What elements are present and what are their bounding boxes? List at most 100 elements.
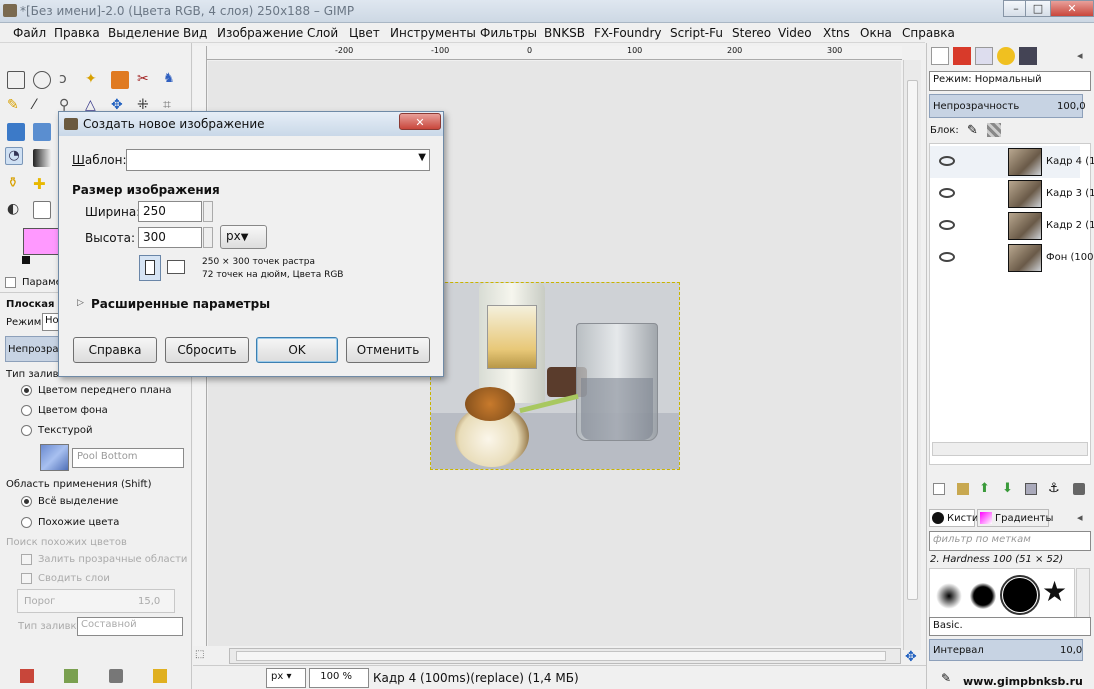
ellipse-select-icon[interactable] bbox=[33, 71, 51, 89]
sample-merged-checkbox[interactable] bbox=[21, 573, 32, 584]
default-colors-icon[interactable] bbox=[22, 256, 30, 264]
foreground-select-icon[interactable]: ♞ bbox=[163, 71, 181, 89]
reset-options-icon[interactable] bbox=[153, 669, 167, 683]
whole-selection-radio[interactable] bbox=[21, 496, 32, 507]
clone-icon[interactable]: ⚱ bbox=[7, 175, 25, 193]
brush-preview-star[interactable]: ★ bbox=[1042, 577, 1067, 607]
reset-button[interactable]: Сбросить bbox=[165, 337, 249, 363]
menu-image[interactable]: Изображение bbox=[217, 26, 303, 40]
new-layer-icon[interactable] bbox=[933, 483, 945, 495]
portrait-button[interactable] bbox=[139, 255, 161, 281]
anchor-layer-icon[interactable]: ⚓ bbox=[1048, 481, 1060, 496]
menu-file[interactable]: Файл bbox=[13, 26, 46, 40]
scale-icon[interactable] bbox=[33, 123, 51, 141]
canvas-horizontal-scrollbar[interactable] bbox=[229, 648, 901, 664]
menu-layer[interactable]: Слой bbox=[307, 26, 338, 40]
menu-stereo[interactable]: Stereo bbox=[732, 26, 771, 40]
menu-windows[interactable]: Окна bbox=[860, 26, 892, 40]
blend-icon[interactable] bbox=[33, 149, 51, 167]
delete-options-icon[interactable] bbox=[109, 669, 123, 683]
lasso-icon[interactable]: ↄ bbox=[59, 71, 77, 89]
rotate-icon[interactable] bbox=[7, 123, 25, 141]
threshold-slider[interactable]: Порог 15,0 bbox=[17, 589, 175, 613]
menu-view[interactable]: Вид bbox=[183, 26, 207, 40]
layer-mode-select[interactable]: Режим: Нормальный bbox=[929, 71, 1091, 91]
mode-select[interactable]: Но bbox=[42, 313, 59, 331]
similar-colors-radio[interactable] bbox=[21, 517, 32, 528]
close-button[interactable]: ✕ bbox=[1050, 0, 1094, 17]
channels-tab-icon[interactable] bbox=[953, 47, 971, 65]
undo-tab-icon[interactable] bbox=[997, 47, 1015, 65]
brush-tag-filter[interactable]: фильтр по меткам bbox=[929, 531, 1091, 551]
lock-pixels-icon[interactable]: ✎ bbox=[967, 123, 978, 138]
brush-preview[interactable] bbox=[936, 583, 962, 609]
dialog-close-button[interactable]: ✕ bbox=[399, 113, 441, 130]
layer-row[interactable]: Кадр 4 (1 bbox=[930, 146, 1094, 178]
configure-brushes-icon[interactable]: ◂ bbox=[1077, 511, 1083, 524]
layer-opacity-slider[interactable]: Непрозрачность 100,0 bbox=[929, 94, 1086, 118]
color-picker-icon[interactable]: ⁄ bbox=[33, 97, 51, 115]
menu-color[interactable]: Цвет bbox=[349, 26, 380, 40]
fuzzy-select-icon[interactable]: ✦ bbox=[85, 71, 103, 89]
scissors-icon[interactable]: ✂ bbox=[137, 71, 155, 89]
images-tab-icon[interactable] bbox=[1019, 47, 1037, 65]
zoom-select[interactable]: 100 % bbox=[309, 668, 369, 688]
raise-layer-icon[interactable]: ⬆ bbox=[979, 481, 990, 496]
landscape-icon[interactable] bbox=[167, 260, 185, 274]
navigate-icon[interactable]: ✥ bbox=[905, 649, 917, 665]
fill-by-select[interactable]: Составной bbox=[77, 617, 183, 636]
brush-preset-select[interactable]: Basic. bbox=[929, 617, 1091, 636]
menu-script-fu[interactable]: Script-Fu bbox=[670, 26, 723, 40]
dodge-burn-icon[interactable]: ◐ bbox=[7, 201, 25, 219]
brush-grid-scrollbar[interactable] bbox=[1076, 568, 1090, 618]
menu-fx-foundry[interactable]: FX-Foundry bbox=[594, 26, 662, 40]
lower-layer-icon[interactable]: ⬇ bbox=[1002, 481, 1013, 496]
menu-filters[interactable]: Фильтры bbox=[480, 26, 537, 40]
menu-video[interactable]: Video bbox=[778, 26, 812, 40]
layers-hscroll[interactable] bbox=[932, 442, 1088, 456]
cancel-button[interactable]: Отменить bbox=[346, 337, 430, 363]
edit-brush-icon[interactable]: ✎ bbox=[941, 671, 951, 685]
select-by-color-icon[interactable] bbox=[111, 71, 129, 89]
configure-dock-icon[interactable]: ◂ bbox=[1077, 49, 1083, 62]
height-spinner[interactable] bbox=[203, 227, 213, 248]
layer-row[interactable]: Кадр 2 (1 bbox=[930, 210, 1094, 242]
visibility-eye-icon[interactable] bbox=[939, 156, 955, 166]
menu-help[interactable]: Справка bbox=[902, 26, 955, 40]
heal-icon[interactable]: ✚ bbox=[33, 175, 51, 193]
foreground-color-swatch[interactable] bbox=[23, 228, 60, 255]
menu-edit[interactable]: Правка bbox=[54, 26, 100, 40]
opacity-slider[interactable]: Непрозра bbox=[5, 336, 59, 362]
canvas-vertical-scrollbar[interactable] bbox=[903, 60, 921, 650]
brush-preview-selected[interactable] bbox=[1000, 575, 1040, 615]
paths-icon[interactable]: ✎ bbox=[7, 97, 25, 115]
visibility-eye-icon[interactable] bbox=[939, 220, 955, 230]
help-button[interactable]: Справка bbox=[73, 337, 157, 363]
height-input[interactable]: 300 bbox=[138, 227, 202, 248]
visibility-eye-icon[interactable] bbox=[939, 252, 955, 262]
unit-dropdown[interactable]: px▼ bbox=[220, 225, 267, 249]
width-input[interactable]: 250 bbox=[138, 201, 202, 222]
tab-brushes[interactable]: Кисти bbox=[929, 509, 978, 527]
bucket-fill-icon[interactable]: ◔ bbox=[5, 147, 23, 165]
vertical-scroll-thumb[interactable] bbox=[907, 80, 918, 600]
lock-alpha-icon[interactable] bbox=[987, 123, 1001, 137]
menu-bnksb[interactable]: BNKSB bbox=[544, 26, 585, 40]
expander-arrow-icon[interactable]: ▷ bbox=[77, 298, 84, 308]
unit-select[interactable]: px ▾ bbox=[266, 668, 306, 688]
horizontal-scroll-thumb[interactable] bbox=[236, 651, 886, 661]
advanced-options-expander[interactable]: Расширенные параметры bbox=[91, 297, 270, 311]
restore-options-icon[interactable] bbox=[64, 669, 78, 683]
duplicate-layer-icon[interactable] bbox=[1025, 483, 1037, 495]
fill-bg-radio[interactable] bbox=[21, 405, 32, 416]
layer-row[interactable]: Фон (100r bbox=[930, 242, 1094, 274]
fill-fg-radio[interactable] bbox=[21, 385, 32, 396]
maximize-button[interactable]: □ bbox=[1025, 0, 1051, 17]
template-select[interactable]: ▼ bbox=[126, 149, 430, 171]
ok-button[interactable]: OK bbox=[256, 337, 338, 363]
visibility-eye-icon[interactable] bbox=[939, 188, 955, 198]
delete-layer-icon[interactable] bbox=[1073, 483, 1085, 495]
new-layer-group-icon[interactable] bbox=[957, 483, 969, 495]
fill-pattern-radio[interactable] bbox=[21, 425, 32, 436]
rect-select-icon[interactable] bbox=[7, 71, 25, 89]
